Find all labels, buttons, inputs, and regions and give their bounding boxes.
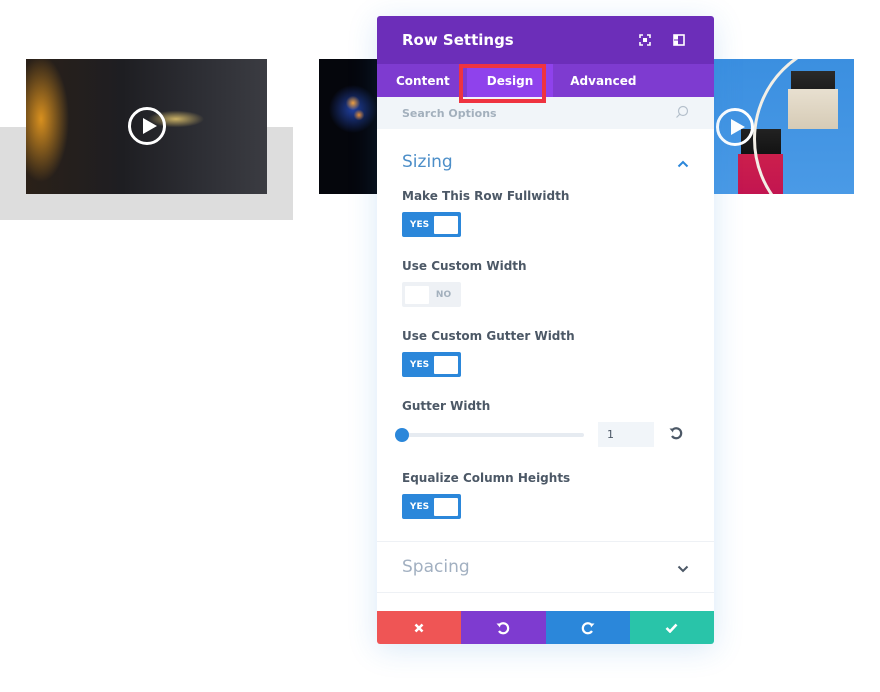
guitar-video-thumbnail[interactable]	[26, 59, 267, 194]
fullscreen-icon[interactable]	[635, 30, 655, 50]
equalize-toggle[interactable]: YES	[402, 494, 461, 519]
toggle-state: YES	[409, 219, 430, 230]
undo-icon	[496, 621, 510, 634]
equalize-label: Equalize Column Heights	[402, 471, 571, 485]
tab-design[interactable]: Design	[466, 64, 554, 97]
field-gutter-width: Gutter Width	[377, 399, 714, 447]
field-fullwidth: Make This Row Fullwidth YES	[377, 189, 714, 237]
row-settings-modal: Row Settings Content Design Advanced Siz…	[377, 16, 714, 644]
gutter-width-label: Gutter Width	[402, 399, 491, 413]
field-custom-width: Use Custom Width NO	[377, 259, 714, 307]
play-icon[interactable]	[716, 108, 754, 146]
check-icon	[665, 623, 678, 633]
chevron-down-icon[interactable]	[677, 558, 689, 577]
gutter-width-control	[395, 422, 689, 447]
toggle-knob	[405, 285, 429, 304]
redo-icon	[581, 621, 595, 634]
chevron-up-icon[interactable]	[677, 153, 689, 172]
ferris-wheel-video-thumbnail[interactable]	[713, 59, 854, 194]
gutter-width-slider[interactable]	[395, 427, 584, 442]
fullwidth-toggle[interactable]: YES	[402, 212, 461, 237]
field-custom-gutter: Use Custom Gutter Width YES	[377, 329, 714, 377]
spacing-section-header[interactable]: Spacing	[377, 542, 714, 592]
reset-icon[interactable]	[669, 425, 683, 444]
custom-gutter-toggle[interactable]: YES	[402, 352, 461, 377]
save-button[interactable]	[629, 611, 714, 644]
custom-width-toggle[interactable]: NO	[402, 282, 461, 307]
custom-gutter-label: Use Custom Gutter Width	[402, 329, 575, 343]
redo-button[interactable]	[545, 611, 630, 644]
toggle-state: YES	[409, 359, 430, 370]
section-divider	[377, 592, 714, 593]
fireworks-video-thumbnail[interactable]	[319, 59, 377, 194]
fullwidth-label: Make This Row Fullwidth	[402, 189, 570, 203]
slider-handle[interactable]	[395, 427, 409, 442]
toggle-knob	[434, 497, 458, 516]
search-bar	[377, 97, 714, 129]
modal-footer	[377, 611, 714, 644]
split-view-icon[interactable]	[669, 30, 689, 50]
tab-bar: Content Design Advanced	[377, 64, 714, 97]
spacing-title: Spacing	[402, 557, 470, 577]
search-icon[interactable]	[675, 104, 689, 123]
sizing-section-header[interactable]: Sizing	[377, 129, 714, 189]
toggle-state: NO	[435, 289, 452, 300]
toggle-state: YES	[409, 501, 430, 512]
custom-width-label: Use Custom Width	[402, 259, 527, 273]
search-input[interactable]	[402, 106, 675, 120]
tab-content[interactable]: Content	[385, 64, 461, 97]
field-equalize: Equalize Column Heights YES	[377, 471, 714, 519]
toggle-knob	[434, 355, 458, 374]
sizing-title: Sizing	[402, 152, 453, 172]
discard-button[interactable]	[377, 611, 462, 644]
play-icon[interactable]	[128, 107, 166, 145]
modal-title: Row Settings	[402, 31, 514, 49]
modal-header: Row Settings	[377, 16, 714, 64]
toggle-knob	[434, 215, 458, 234]
undo-button[interactable]	[461, 611, 546, 644]
ferris-wheel-arc	[753, 59, 854, 194]
tab-advanced[interactable]: Advanced	[559, 64, 647, 97]
close-icon	[414, 623, 424, 632]
gutter-width-input[interactable]	[598, 422, 654, 447]
